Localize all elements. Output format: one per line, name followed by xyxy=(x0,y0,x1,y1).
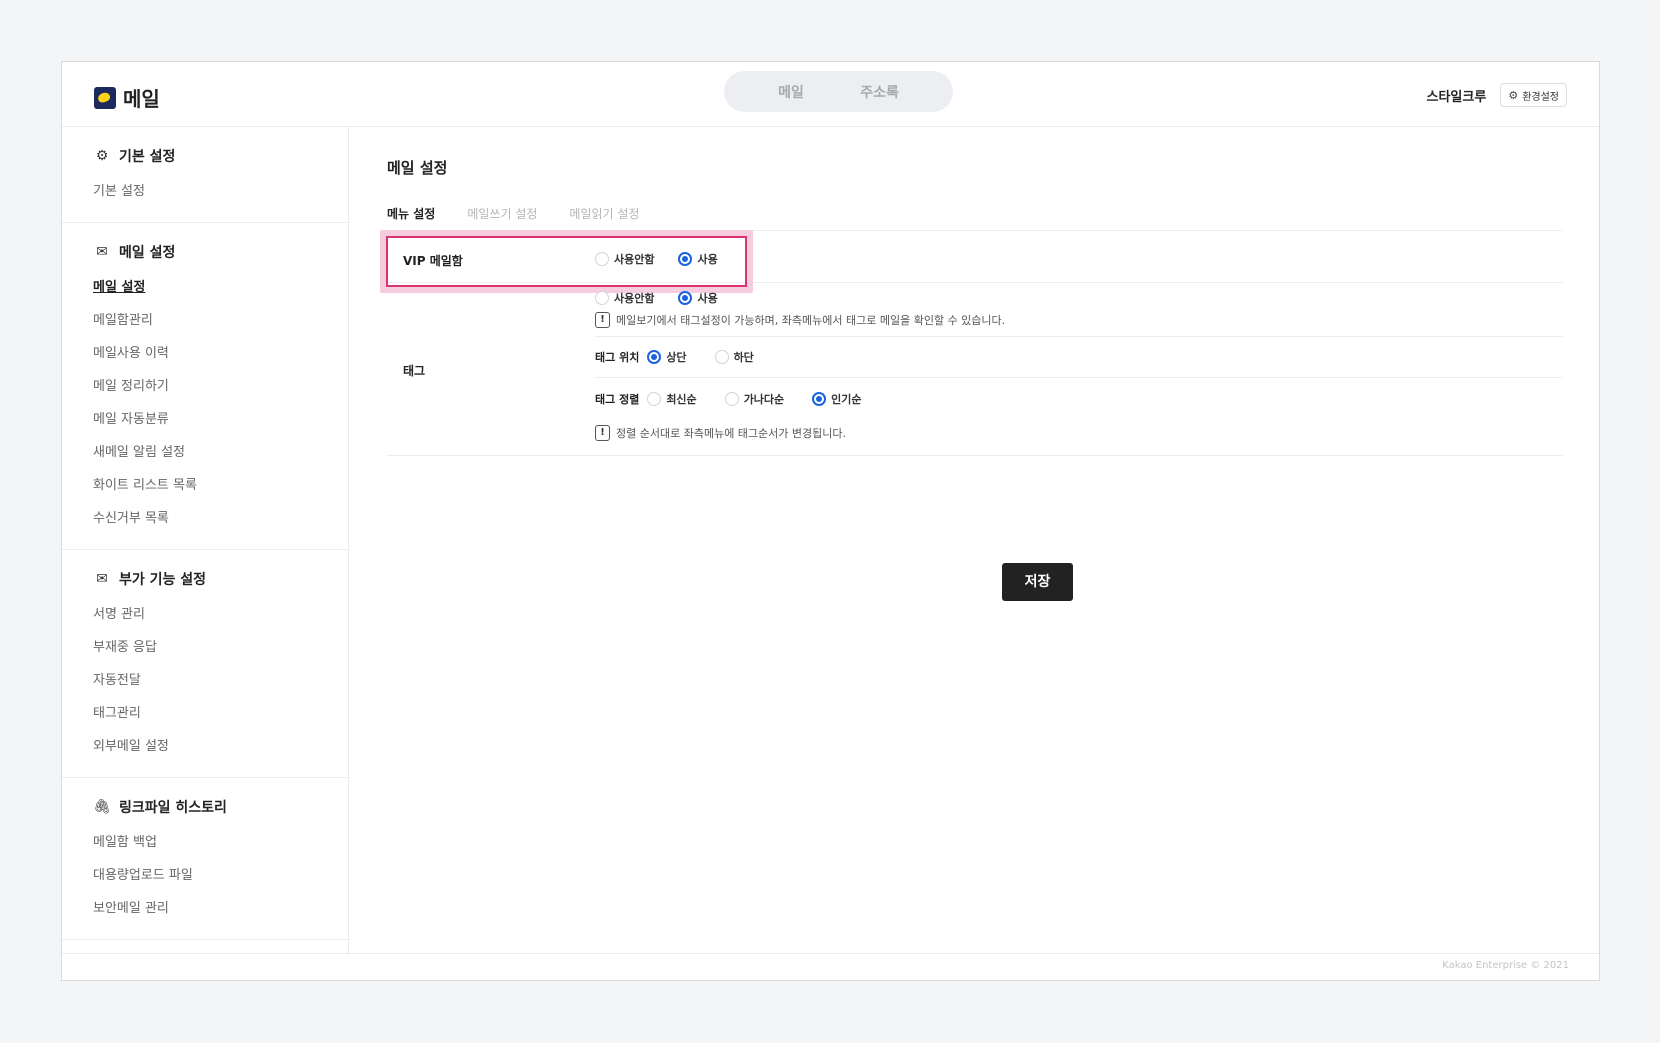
tag-position-bottom-radio[interactable]: 하단 xyxy=(714,349,754,365)
environment-settings-button[interactable]: ⚙ 환경설정 xyxy=(1500,83,1567,107)
tab-menu-settings[interactable]: 메뉴 설정 xyxy=(387,205,436,233)
app-title: 메일 xyxy=(123,87,160,111)
tag-sort-popular-radio[interactable]: 인기순 xyxy=(812,391,862,407)
sidebar-item-mailbox-manage[interactable]: 메일함관리 xyxy=(93,304,348,337)
sidebar-section-title: 메일 설정 xyxy=(119,245,176,261)
tag-position-top-label: 상단 xyxy=(666,351,687,364)
tag-use-notice-text: 메일보기에서 태그설정이 가능하며, 좌측메뉴에서 태그로 메일을 확인할 수 … xyxy=(616,314,1006,327)
tag-sort-alpha-radio[interactable]: 가나다순 xyxy=(724,391,785,407)
exclamation-icon: ! xyxy=(595,425,610,441)
sidebar-section-mail: ✉ 메일 설정 메일 설정 메일함관리 메일사용 이력 메일 정리하기 메일 자… xyxy=(62,223,348,550)
tag-label: 태그 xyxy=(403,364,426,378)
sidebar-item-auto-forward[interactable]: 자동전달 xyxy=(93,664,348,697)
radio-circle xyxy=(647,392,662,406)
sidebar-item-external-mail[interactable]: 외부메일 설정 xyxy=(93,730,348,763)
tag-position-label: 태그 위치 xyxy=(595,351,640,364)
radio-circle xyxy=(724,392,739,406)
sidebar-section-basic: ⚙ 기본 설정 기본 설정 xyxy=(62,127,348,223)
sidebar-item-away-reply[interactable]: 부재중 응답 xyxy=(93,631,348,664)
sidebar-item-signature[interactable]: 서명 관리 xyxy=(93,598,348,631)
tag-settings-block: 태그 사용안함 사용 ! 메일보기에서 태그설정이 가능하며, 좌측메뉴에서 태… xyxy=(387,284,1563,456)
sidebar: ⚙ 기본 설정 기본 설정 ✉ 메일 설정 메일 설정 메일함관리 메일사용 이… xyxy=(62,127,349,955)
sidebar-item-whitelist[interactable]: 화이트 리스트 목록 xyxy=(93,469,348,502)
tag-use-on-label: 사용 xyxy=(697,292,718,305)
gear-icon: ⚙ xyxy=(95,148,109,164)
environment-settings-label: 환경설정 xyxy=(1522,91,1559,103)
mail-logo-icon xyxy=(94,86,116,109)
exclamation-icon: ! xyxy=(595,312,610,328)
tag-sort-label: 태그 정렬 xyxy=(595,393,640,406)
sidebar-item-new-mail-alert[interactable]: 새메일 알림 설정 xyxy=(93,436,348,469)
sidebar-item-mail-cleanup[interactable]: 메일 정리하기 xyxy=(93,370,348,403)
tag-use-radio-on[interactable]: 사용 xyxy=(678,290,718,306)
paperclip-icon: 🖇 xyxy=(93,799,111,815)
tab-read-settings[interactable]: 메일읽기 설정 xyxy=(569,205,639,231)
tag-position-bottom-label: 하단 xyxy=(733,351,754,364)
sidebar-item-mailbox-backup[interactable]: 메일함 백업 xyxy=(93,826,348,859)
radio-circle xyxy=(714,350,729,364)
tag-sort-notice-text: 정렬 순서대로 좌측메뉴에 태그순서가 변경됩니다. xyxy=(616,427,847,440)
copyright-text: Kakao Enterprise © 2021 xyxy=(1442,960,1569,971)
tag-use-off-label: 사용안함 xyxy=(614,292,655,305)
app-window: 메일 메일 주소록 스타일크루 ⚙ 환경설정 ⚙ 기본 설정 기본 설정 ✉ 메… xyxy=(61,61,1600,981)
sidebar-section-linkfile: 🖇 링크파일 히스토리 메일함 백업 대용량업로드 파일 보안메일 관리 xyxy=(62,778,348,940)
tag-sort-latest-label: 최신순 xyxy=(666,393,697,406)
radio-circle xyxy=(595,291,609,305)
settings-tabs: 메뉴 설정 메일쓰기 설정 메일읽기 설정 xyxy=(387,205,1563,233)
sidebar-item-mail-settings[interactable]: 메일 설정 xyxy=(93,271,348,304)
sidebar-section-title: 링크파일 히스토리 xyxy=(119,800,227,816)
footer: Kakao Enterprise © 2021 xyxy=(62,953,1599,980)
radio-circle xyxy=(678,291,693,305)
sidebar-item-blocklist[interactable]: 수신거부 목록 xyxy=(93,502,348,535)
tag-sort-notice: ! 정렬 순서대로 좌측메뉴에 태그순서가 변경됩니다. xyxy=(595,425,1563,441)
tab-compose-settings[interactable]: 메일쓰기 설정 xyxy=(467,205,537,231)
mail-plus-icon: ✉ xyxy=(96,571,108,587)
page-title: 메일 설정 xyxy=(387,159,448,177)
user-name[interactable]: 스타일크루 xyxy=(1427,86,1487,105)
sidebar-item-auto-classify[interactable]: 메일 자동분류 xyxy=(93,403,348,436)
sidebar-item-tag-manage[interactable]: 태그관리 xyxy=(93,697,348,730)
app-logo[interactable]: 메일 xyxy=(94,83,160,112)
sidebar-item-basic-settings[interactable]: 기본 설정 xyxy=(93,175,348,208)
sidebar-section-title: 부가 기능 설정 xyxy=(119,572,207,588)
sidebar-item-large-upload[interactable]: 대용량업로드 파일 xyxy=(93,859,348,892)
nav-segment: 메일 주소록 xyxy=(724,71,953,112)
tag-sort-latest-radio[interactable]: 최신순 xyxy=(647,391,697,407)
mail-settings-icon: ✉ xyxy=(96,244,108,260)
tag-use-notice: ! 메일보기에서 태그설정이 가능하며, 좌측메뉴에서 태그로 메일을 확인할 … xyxy=(595,312,1563,328)
tag-position-top-radio[interactable]: 상단 xyxy=(647,349,687,365)
nav-tab-mail[interactable]: 메일 xyxy=(778,82,804,102)
nav-tab-contacts[interactable]: 주소록 xyxy=(860,82,899,102)
sidebar-section-extra: ✉ 부가 기능 설정 서명 관리 부재중 응답 자동전달 태그관리 외부메일 설… xyxy=(62,550,348,778)
tag-sort-alpha-label: 가나다순 xyxy=(743,393,785,406)
sidebar-item-mail-history[interactable]: 메일사용 이력 xyxy=(93,337,348,370)
tag-use-radio-off[interactable]: 사용안함 xyxy=(595,290,654,306)
save-button[interactable]: 저장 xyxy=(1002,563,1073,601)
sidebar-section-title: 기본 설정 xyxy=(119,149,176,165)
radio-circle xyxy=(812,392,827,406)
tag-sort-popular-label: 인기순 xyxy=(831,393,862,406)
gear-icon: ⚙ xyxy=(1508,88,1519,102)
user-area: 스타일크루 ⚙ 환경설정 xyxy=(1427,83,1567,107)
radio-circle xyxy=(647,350,662,364)
sidebar-item-secure-mail[interactable]: 보안메일 관리 xyxy=(93,892,348,925)
top-bar: 메일 메일 주소록 스타일크루 ⚙ 환경설정 xyxy=(62,62,1599,127)
main-content: 메일 설정 메뉴 설정 메일쓰기 설정 메일읽기 설정 VIP 메일함 사용안함… xyxy=(350,127,1599,955)
